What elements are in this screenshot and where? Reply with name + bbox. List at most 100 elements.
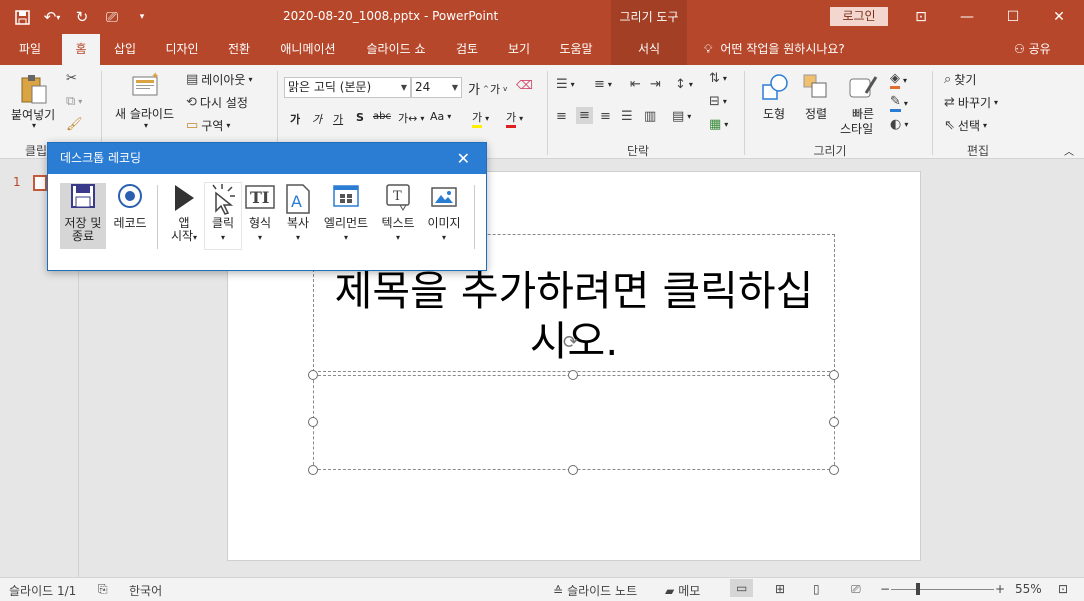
save-and-exit-button[interactable]: 저장 및 종료 [60,183,106,249]
tab-help[interactable]: 도움말 [550,34,602,65]
increase-font-size-icon[interactable]: 가 ^ [468,79,489,98]
align-center-icon[interactable]: ≡ [576,107,593,124]
collapse-ribbon-icon[interactable]: ︿ [1064,143,1074,158]
decrease-indent-icon[interactable]: ⇤ [630,77,641,92]
chevron-down-icon[interactable]: ▼ [452,78,458,97]
record-button[interactable]: 레코드 [110,183,150,230]
language-indicator[interactable]: 한국어 [129,582,162,599]
text-direction-icon[interactable]: ⇅ ▾ [709,71,727,86]
columns-icon[interactable]: ▤ ▾ [672,109,691,124]
slide-sorter-icon[interactable]: ⊞ [775,582,785,596]
tab-slideshow[interactable]: 슬라이드 쇼 [356,34,436,65]
tab-animations[interactable]: 애니메이션 [270,34,346,65]
zoom-level[interactable]: 55% [1015,582,1042,596]
chevron-down-icon[interactable]: ▼ [401,78,407,97]
clear-formatting-icon[interactable]: ⌫ [516,78,533,92]
click-button[interactable]: 클릭 ▾ [204,182,242,250]
arrange-label[interactable]: 정렬 [805,105,827,122]
new-slide-dropdown-icon[interactable]: ▾ [144,121,148,130]
distributed-icon[interactable]: ▥ [644,109,656,124]
vertical-scrollbar[interactable] [1068,160,1084,577]
quick-styles-icon[interactable] [848,73,880,103]
format-painter-icon[interactable]: 🖌︎ [66,117,83,132]
rotate-handle-icon[interactable]: ⟳ [563,332,578,353]
cut-icon[interactable]: ✂ [66,71,77,86]
shape-outline-icon[interactable]: ✎ ▾ [890,94,908,112]
font-color-icon[interactable]: 가 ▾ [506,109,523,128]
shape-fill-icon[interactable]: ◈ ▾ [890,71,907,89]
save-icon[interactable] [10,6,34,28]
numbering-icon[interactable]: ≡ ▾ [594,77,612,92]
bullets-icon[interactable]: ☰ ▾ [556,77,575,92]
share-button[interactable]: ⚇ 공유 [1014,34,1051,65]
smartart-icon[interactable]: ▦ ▾ [709,117,728,132]
replace-button[interactable]: ⇄ 바꾸기 ▾ [944,94,998,111]
align-left-icon[interactable]: ≡ [556,109,567,124]
zoom-slider[interactable] [891,589,994,590]
resize-handle[interactable] [829,465,839,475]
resize-handle[interactable] [568,465,578,475]
image-button[interactable]: 이미지 ▾ [424,183,464,244]
resize-handle[interactable] [308,465,318,475]
resize-handle[interactable] [568,370,578,380]
italic-icon[interactable]: 가 [312,111,322,127]
resize-handle[interactable] [829,370,839,380]
paste-button[interactable] [18,73,48,105]
customize-qat-icon[interactable]: ▾ [130,6,154,28]
change-case-icon[interactable]: Aa ▾ [430,110,451,123]
tab-design[interactable]: 디자인 [156,34,208,65]
type-button[interactable]: TI 형식 ▾ [244,183,276,244]
shape-effects-icon[interactable]: ◐ ▾ [890,117,908,132]
copy-button[interactable]: A 복사 ▾ [282,183,314,244]
text-button[interactable]: T 텍스트 ▾ [376,183,420,244]
font-name-combo[interactable]: 맑은 고딕 (본문) ▼ [284,77,411,98]
justify-icon[interactable]: ☰ [621,109,633,124]
resize-handle[interactable] [829,417,839,427]
resize-handle[interactable] [308,370,318,380]
text-shadow-icon[interactable]: S [356,111,364,124]
new-slide-icon[interactable]: ✦ [131,71,161,99]
arrange-icon[interactable] [802,73,830,103]
redo-icon[interactable]: ↻ [70,6,94,28]
reset-button[interactable]: ⟲ 다시 설정 [186,94,248,111]
tab-review[interactable]: 검토 [446,34,488,65]
quick-styles-label-2[interactable]: 스타일 [840,120,873,137]
slideshow-icon[interactable]: ⎚ [851,582,861,597]
line-spacing-icon[interactable]: ↕ ▾ [675,77,693,92]
notes-button[interactable]: ≙ 슬라이드 노트 [553,582,637,599]
tab-view[interactable]: 보기 [498,34,540,65]
close-button[interactable]: ✕ [1036,0,1082,34]
slide-thumbnail[interactable] [33,175,47,191]
tab-file[interactable]: 파일 [8,34,52,65]
copy-icon[interactable]: ⧉ ▾ [66,94,82,109]
reading-view-icon[interactable]: ▯ [813,582,820,596]
close-icon[interactable]: ✕ [457,143,470,174]
tab-insert[interactable]: 삽입 [104,34,146,65]
new-slide-label[interactable]: 새 슬라이드 [115,105,174,122]
element-button[interactable]: 엘리먼트 ▾ [320,183,372,244]
select-button[interactable]: ⇖ 선택 ▾ [944,117,987,134]
ribbon-display-options-icon[interactable]: ⊡ [898,0,944,34]
zoom-in-icon[interactable]: + [995,582,1005,596]
undo-icon[interactable]: ↶ ▾ [40,6,64,28]
bold-icon[interactable]: 가 [290,111,300,127]
highlight-color-icon[interactable]: 가 ▾ [472,109,489,128]
spell-check-icon[interactable]: ⎘ [98,582,108,597]
zoom-slider-thumb[interactable] [916,583,920,595]
tell-me-box[interactable]: 💡︎ 어떤 작업을 원하시나요? [704,34,845,65]
character-spacing-icon[interactable]: 가↔ ▾ [398,110,424,126]
shapes-icon[interactable] [760,73,790,103]
login-button[interactable]: 로그인 [830,7,888,26]
decrease-font-size-icon[interactable]: 가v [490,81,507,97]
underline-icon[interactable]: 가 [333,111,343,127]
find-button[interactable]: ⌕ 찾기 [944,71,976,88]
comments-button[interactable]: ▰ 메모 [665,582,700,599]
tab-transitions[interactable]: 전환 [218,34,260,65]
resize-handle[interactable] [308,417,318,427]
content-placeholder[interactable] [313,375,835,470]
zoom-out-icon[interactable]: − [880,582,890,596]
paste-dropdown-icon[interactable]: ▾ [32,121,36,130]
launch-app-button[interactable]: 앱 시작▾ [166,183,202,244]
tab-format[interactable]: 서식 [611,34,687,65]
fit-to-window-icon[interactable]: ⊡ [1058,582,1068,596]
